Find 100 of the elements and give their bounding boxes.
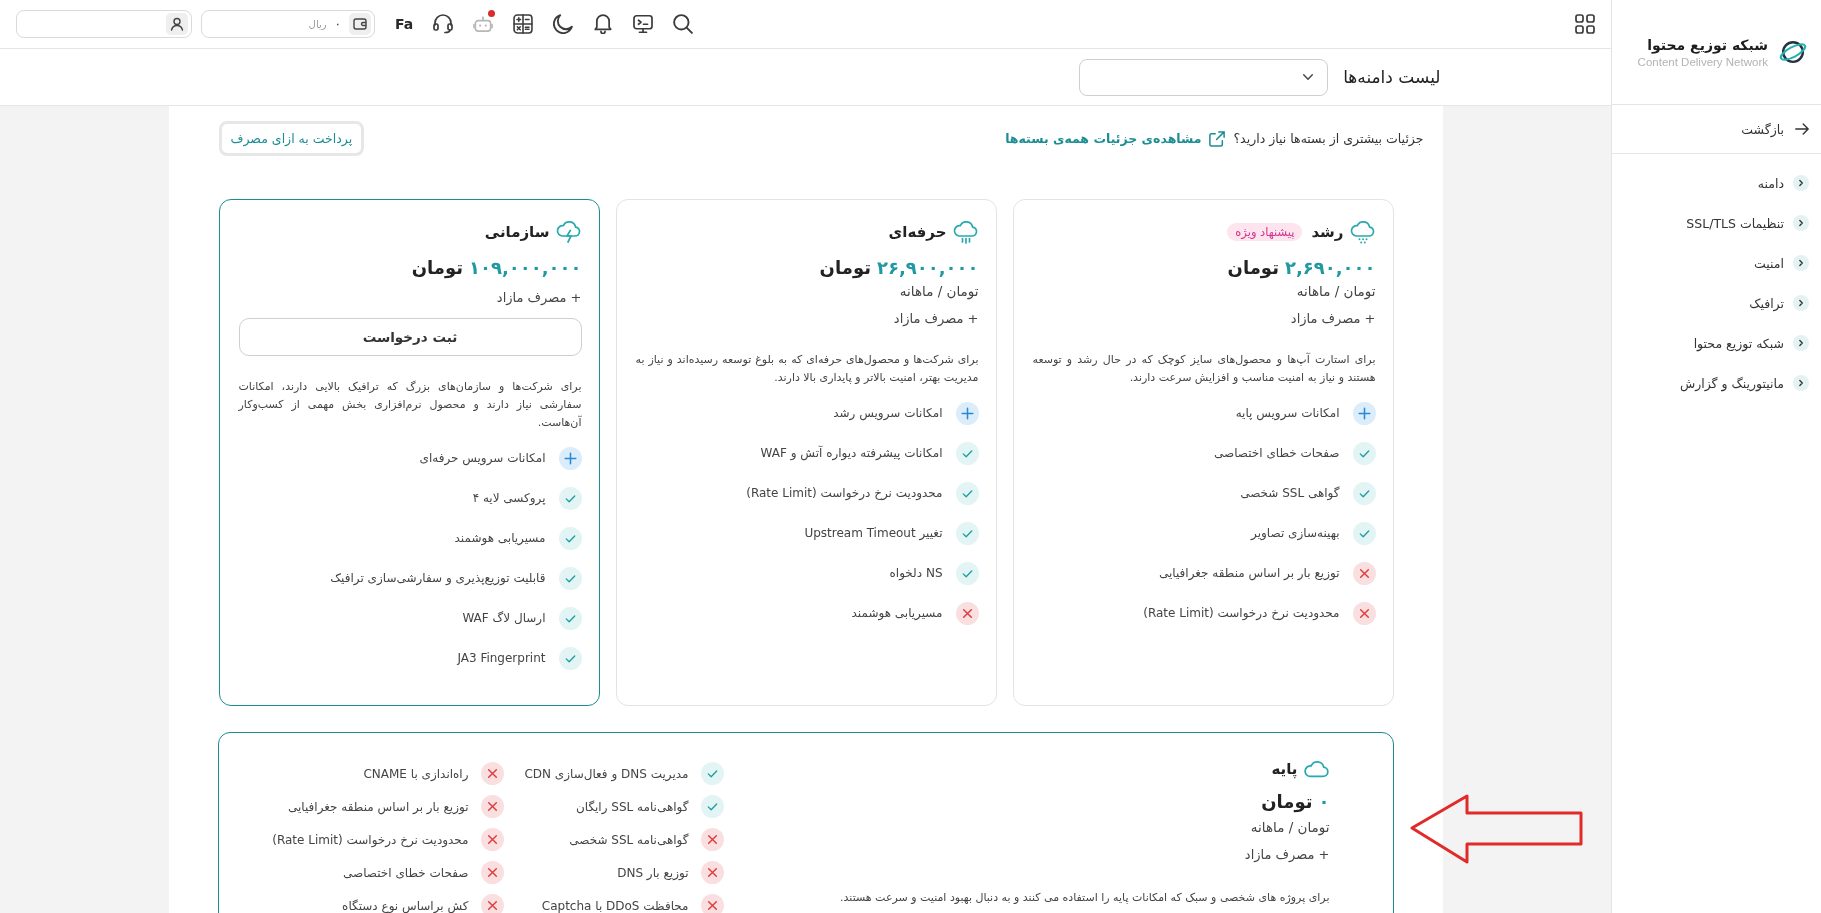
billing-period: تومان / ماهانه bbox=[898, 282, 979, 301]
check-icon bbox=[1352, 441, 1376, 465]
feature-label: محدودیت نرخ درخواست (Rate Limit) bbox=[746, 486, 943, 500]
price-amount: ۱۰۹,۰۰۰,۰۰۰ bbox=[468, 256, 582, 278]
check-icon bbox=[700, 795, 724, 818]
check-icon bbox=[558, 486, 582, 510]
billing-period: تومان / ماهانه bbox=[1249, 818, 1330, 837]
wallet-field[interactable]: ۰ ریال bbox=[201, 10, 375, 38]
apps-grid-icon[interactable] bbox=[1575, 14, 1595, 34]
price-currency: تومان bbox=[411, 256, 463, 278]
check-icon bbox=[1352, 521, 1376, 545]
price-currency: تومان bbox=[819, 256, 871, 278]
feature-label: NS دلخواه bbox=[889, 566, 943, 580]
cross-icon bbox=[480, 828, 504, 851]
plan-description: برای شرکت‌ها و محصول‌های حرفه‌ای که به بلوغ توسعه رسیده‌اند و نیاز به مدیریت بهتر، امنیت بالاتر و پایداری بالا دارند. bbox=[635, 352, 979, 386]
back-link[interactable]: بازگشت bbox=[1741, 121, 1809, 137]
search-icon[interactable] bbox=[673, 14, 694, 34]
check-icon bbox=[955, 561, 979, 585]
cloud-drizzle-icon bbox=[1349, 220, 1376, 244]
plus-icon bbox=[955, 401, 979, 425]
account-field[interactable] bbox=[16, 10, 192, 38]
check-icon bbox=[558, 646, 582, 670]
cross-icon bbox=[955, 601, 979, 625]
calculator-icon[interactable] bbox=[513, 14, 534, 34]
nav-item[interactable]: شبکه توزیع محتوا bbox=[1612, 323, 1821, 363]
feature-label: محدودیت نرخ درخواست (Rate Limit) bbox=[272, 832, 469, 847]
feature-label: گواهی SSL شخصی bbox=[1240, 486, 1340, 500]
wallet-icon bbox=[349, 13, 371, 35]
check-icon bbox=[558, 606, 582, 630]
check-icon bbox=[558, 566, 582, 590]
overage-note: + مصرف مازاد bbox=[1289, 310, 1376, 328]
nav-item[interactable]: تنظیمات SSL/TLS bbox=[1612, 203, 1821, 243]
feature-label: مسیریابی هوشمند bbox=[454, 531, 546, 545]
feature-label: توزیع بار بر اساس منطقه جغرافیایی bbox=[288, 799, 469, 814]
cross-icon bbox=[1352, 601, 1376, 625]
price-currency: تومان bbox=[1261, 790, 1313, 812]
plan-name: پایه bbox=[1271, 760, 1298, 778]
feature-label: مدیریت DNS و فعال‌سازی CDN bbox=[524, 766, 689, 781]
cloud-lightning-icon bbox=[555, 220, 582, 244]
cross-icon bbox=[480, 894, 504, 913]
terminal-icon[interactable] bbox=[633, 14, 654, 34]
check-icon bbox=[700, 762, 724, 785]
feature-label: گواهی‌نامه SSL شخصی bbox=[569, 832, 689, 847]
chevron-down-icon bbox=[1303, 74, 1314, 80]
feature-label: صفحات خطای اختصاصی bbox=[1213, 446, 1340, 460]
feature-label: تغییر Upstream Timeout bbox=[804, 526, 943, 540]
feature-label: محدودیت نرخ درخواست (Rate Limit) bbox=[1143, 606, 1340, 620]
plus-icon bbox=[1352, 401, 1376, 425]
cross-icon bbox=[480, 861, 504, 884]
app-title: شبکه توزیع محتوا bbox=[1646, 36, 1768, 53]
overage-note: + مصرف مازاد bbox=[892, 310, 979, 328]
feature-label: ارسال لاگ WAF bbox=[462, 611, 546, 625]
plan-name: رشد bbox=[1311, 223, 1344, 241]
offer-badge: پیشنهاد ویژه bbox=[1227, 223, 1303, 241]
plan-description: برای استارت آپ‌ها و محصول‌های سایز کوچک که در حال رشد و توسعه هستند و نیاز به امنیت مناسب و افزایش سرعت دارند. bbox=[1032, 351, 1376, 386]
price-amount: ۲۶,۹۰۰,۰۰۰ bbox=[876, 256, 979, 278]
external-link-icon bbox=[1209, 130, 1226, 147]
nav-item[interactable]: ترافیک bbox=[1612, 283, 1821, 323]
cross-icon bbox=[480, 762, 504, 785]
moon-icon[interactable] bbox=[553, 14, 574, 34]
feature-label: توزیع بار DNS bbox=[617, 865, 689, 880]
plus-icon bbox=[558, 446, 582, 470]
feature-label: صفحات خطای اختصاصی bbox=[342, 865, 469, 880]
request-button[interactable]: ثبت درخواست bbox=[238, 318, 582, 356]
check-icon bbox=[955, 481, 979, 505]
overage-note: + مصرف مازاد bbox=[1243, 846, 1330, 864]
cloud-rain-icon bbox=[952, 220, 979, 244]
billing-period: تومان / ماهانه bbox=[1295, 282, 1376, 301]
check-icon bbox=[955, 441, 979, 465]
nav-item[interactable]: امنیت bbox=[1612, 243, 1821, 283]
check-icon bbox=[955, 521, 979, 545]
plan-description: برای پروژه های شخصی و سبک که امکانات پایه را استفاده می کنند و به دنبال بهبود امنیت و سرعت هستند. bbox=[839, 890, 1330, 906]
plan-name: حرفه‌ای bbox=[888, 223, 947, 241]
feature-label: راه‌اندازی با CNAME bbox=[363, 766, 469, 781]
headset-icon[interactable] bbox=[433, 14, 454, 34]
language-toggle[interactable]: Fa bbox=[395, 16, 414, 32]
feature-label: گواهی‌نامه SSL رایگان bbox=[575, 799, 689, 814]
wallet-currency: ریال bbox=[308, 18, 327, 30]
all-plans-link[interactable]: مشاهده‌ی جزئیات همه‌ی بسته‌ها bbox=[1005, 130, 1226, 147]
cross-icon bbox=[480, 795, 504, 818]
wallet-amount: ۰ bbox=[334, 17, 341, 31]
overage-note: + مصرف مازاد bbox=[495, 289, 582, 307]
check-icon bbox=[558, 526, 582, 550]
check-icon bbox=[1352, 481, 1376, 505]
nav-item[interactable]: مانیتورینگ و گزارش bbox=[1612, 363, 1821, 403]
price-currency: تومان bbox=[1227, 256, 1279, 278]
feature-label: JA3 Fingerprint bbox=[457, 651, 546, 665]
pay-as-you-go-button[interactable]: پرداخت به ازای مصرف bbox=[218, 121, 365, 156]
feature-label: امکانات سرویس پایه bbox=[1235, 406, 1340, 420]
cross-icon bbox=[700, 861, 724, 884]
page-title: لیست دامنه‌ها bbox=[1343, 67, 1441, 87]
feature-label: کش براساس نوع دستگاه bbox=[342, 898, 469, 913]
robot-icon[interactable] bbox=[473, 14, 494, 34]
bell-icon[interactable] bbox=[593, 14, 614, 34]
feature-label: محافظت DDoS با Captcha bbox=[541, 898, 689, 913]
nav-item[interactable]: دامنه bbox=[1612, 163, 1821, 203]
feature-label: مسیریابی هوشمند bbox=[851, 606, 943, 620]
price-amount: ۰ bbox=[1318, 790, 1330, 812]
cross-icon bbox=[1352, 561, 1376, 585]
feature-label: امکانات سرویس رشد bbox=[833, 406, 943, 420]
